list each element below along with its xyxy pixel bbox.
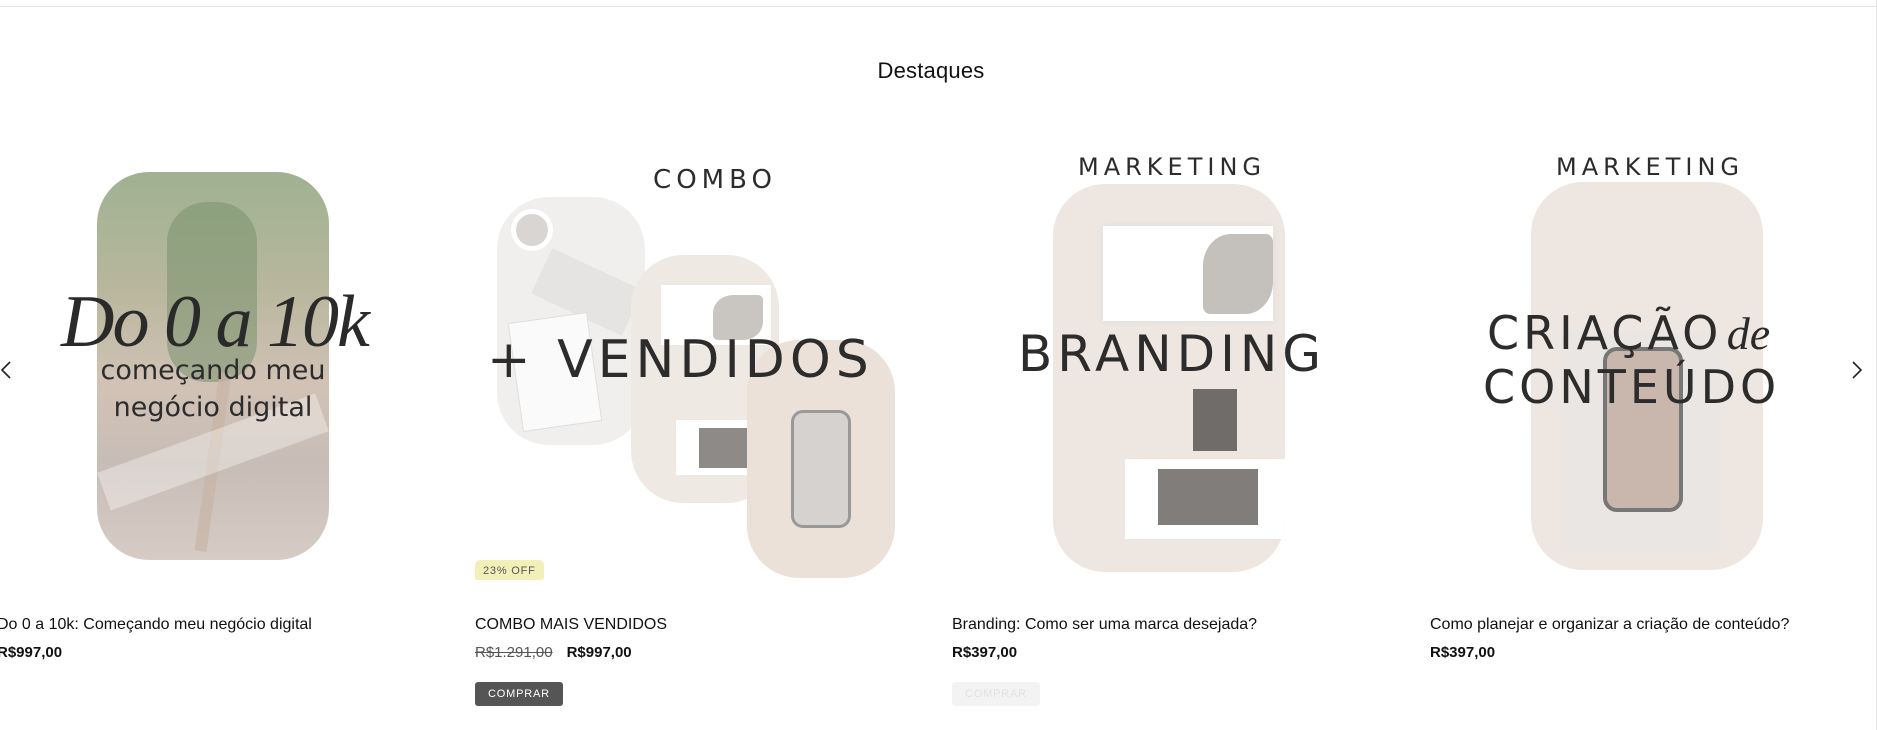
image-top-label: MARKETING (1078, 153, 1266, 181)
product-price: R$397,00 (1430, 644, 1496, 661)
product-card[interactable]: MARKETING BRANDING Branding: Como ser um… (952, 140, 1392, 706)
product-card[interactable]: Do 0 a 10k começando meu negócio digital… (0, 140, 380, 661)
image-heading-line: CONTEÚDO (1483, 360, 1781, 414)
image-top-label: COMBO (653, 165, 777, 195)
image-heading: BRANDING (1017, 325, 1327, 383)
product-price-group: R$1.291,00 R$997,00 (475, 644, 632, 661)
image-heading: Do 0 a 10k (61, 281, 370, 363)
product-price: R$997,00 (566, 644, 632, 661)
product-image[interactable]: MARKETING CRIAÇÃO de CONTEÚDO (1430, 140, 1870, 580)
image-heading: + VENDIDOS (487, 330, 874, 390)
product-image[interactable]: Do 0 a 10k começando meu negócio digital (0, 140, 380, 580)
product-price: R$397,00 (952, 644, 1018, 661)
product-old-price: R$1.291,00 (475, 644, 553, 661)
image-subheading: negócio digital (113, 392, 313, 423)
image-heading: CRIAÇÃO de (1487, 306, 1817, 360)
product-card[interactable]: MARKETING CRIAÇÃO de CONTEÚDO Como plane… (1430, 140, 1870, 661)
buy-button[interactable]: COMPRAR (952, 682, 1040, 706)
image-top-label: MARKETING (1556, 153, 1744, 181)
product-title[interactable]: Do 0 a 10k: Começando meu negócio digita… (0, 616, 312, 634)
photo-placeholder (497, 197, 645, 445)
section-title: Destaques (877, 58, 985, 83)
image-heading-line: CRIAÇÃO (1487, 306, 1723, 360)
product-image[interactable]: COMBO + VENDIDOS 23% OFF (475, 140, 915, 580)
buy-button[interactable]: COMPRAR (475, 682, 563, 706)
product-image[interactable]: MARKETING BRANDING (952, 140, 1392, 580)
product-title[interactable]: Como planejar e organizar a criação de c… (1430, 616, 1789, 634)
discount-badge: 23% OFF (475, 560, 544, 580)
product-title[interactable]: Branding: Como ser uma marca desejada? (952, 616, 1257, 634)
product-price: R$997,00 (0, 644, 63, 661)
product-title[interactable]: COMBO MAIS VENDIDOS (475, 616, 667, 634)
product-card[interactable]: COMBO + VENDIDOS 23% OFF COMBO MAIS VEND… (475, 140, 915, 706)
header-divider (0, 6, 1877, 7)
image-subheading: começando meu (100, 355, 326, 386)
image-heading-word: de (1726, 308, 1771, 359)
